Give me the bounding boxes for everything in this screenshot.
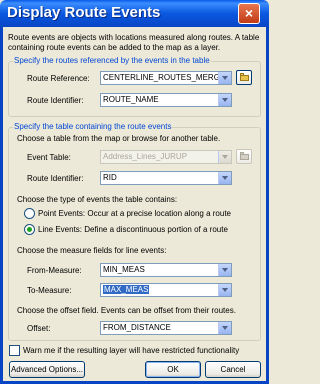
warn-checkbox[interactable]	[9, 345, 20, 356]
ok-button[interactable]: OK	[145, 361, 201, 378]
offset-prompt: Choose the offset field. Events can be o…	[17, 306, 236, 315]
window-title: Display Route Events	[7, 4, 161, 21]
route-identifier-value: ROUTE_NAME	[103, 95, 159, 104]
advanced-options-button[interactable]: Advanced Options...	[9, 361, 85, 378]
route-reference-select[interactable]: CENTERLINE_ROUTES_MERGED	[100, 71, 232, 85]
warn-checkbox-label[interactable]: Warn me if the resulting layer will have…	[23, 346, 239, 356]
close-button[interactable]: ×	[238, 3, 260, 24]
chevron-down-icon[interactable]	[218, 72, 231, 84]
chevron-down-icon[interactable]	[218, 264, 231, 276]
chevron-down-icon[interactable]	[218, 322, 231, 334]
intro-line-1: Route events are objects with locations …	[8, 33, 260, 42]
event-table-select[interactable]: Address_Lines_JURUP	[100, 150, 232, 164]
event-route-identifier-select[interactable]: RID	[100, 171, 232, 185]
intro-line-2: containing route events can be added to …	[8, 43, 221, 52]
offset-value: FROM_DISTANCE	[103, 323, 171, 332]
route-reference-label: Route Reference:	[27, 74, 90, 83]
chevron-down-icon[interactable]	[218, 151, 231, 163]
to-measure-select[interactable]: MAX_MEAS	[100, 283, 232, 297]
events-group-label: Specify the table containing the route e…	[13, 122, 173, 132]
event-table-label: Event Table:	[27, 153, 71, 162]
browse-routes-button[interactable]	[236, 70, 252, 85]
routes-group	[8, 61, 261, 117]
folder-icon	[240, 75, 249, 81]
route-identifier-select[interactable]: ROUTE_NAME	[100, 93, 232, 107]
browse-event-table-button[interactable]	[236, 149, 252, 164]
point-events-label[interactable]: Point Events: Occur at a precise locatio…	[38, 209, 231, 219]
folder-icon	[240, 154, 249, 160]
event-type-prompt: Choose the type of events the table cont…	[17, 195, 178, 204]
title-bar[interactable]: Display Route Events ×	[0, 0, 269, 27]
offset-select[interactable]: FROM_DISTANCE	[100, 321, 232, 335]
to-measure-value: MAX_MEAS	[103, 285, 150, 294]
offset-label: Offset:	[27, 324, 51, 333]
event-table-value: Address_Lines_JURUP	[103, 152, 188, 161]
from-measure-label: From-Measure:	[27, 266, 82, 275]
event-route-identifier-value: RID	[103, 173, 117, 182]
from-measure-value: MIN_MEAS	[103, 265, 145, 274]
event-route-identifier-label: Route Identifier:	[27, 174, 84, 183]
measure-prompt: Choose the measure fields for line event…	[17, 246, 167, 255]
line-events-label[interactable]: Line Events: Define a discontinuous port…	[38, 225, 228, 235]
from-measure-select[interactable]: MIN_MEAS	[100, 263, 232, 277]
to-measure-label: To-Measure:	[27, 286, 72, 295]
choose-table-text: Choose a table from the map or browse fo…	[17, 134, 221, 143]
line-events-radio[interactable]	[24, 224, 35, 235]
cancel-button[interactable]: Cancel	[205, 361, 261, 378]
chevron-down-icon[interactable]	[218, 284, 231, 296]
route-identifier-label: Route Identifier:	[27, 96, 84, 105]
chevron-down-icon[interactable]	[218, 94, 231, 106]
routes-group-label: Specify the routes referenced by the eve…	[13, 56, 211, 66]
point-events-radio[interactable]	[24, 208, 35, 219]
chevron-down-icon[interactable]	[218, 172, 231, 184]
route-reference-value: CENTERLINE_ROUTES_MERGED	[103, 73, 232, 82]
